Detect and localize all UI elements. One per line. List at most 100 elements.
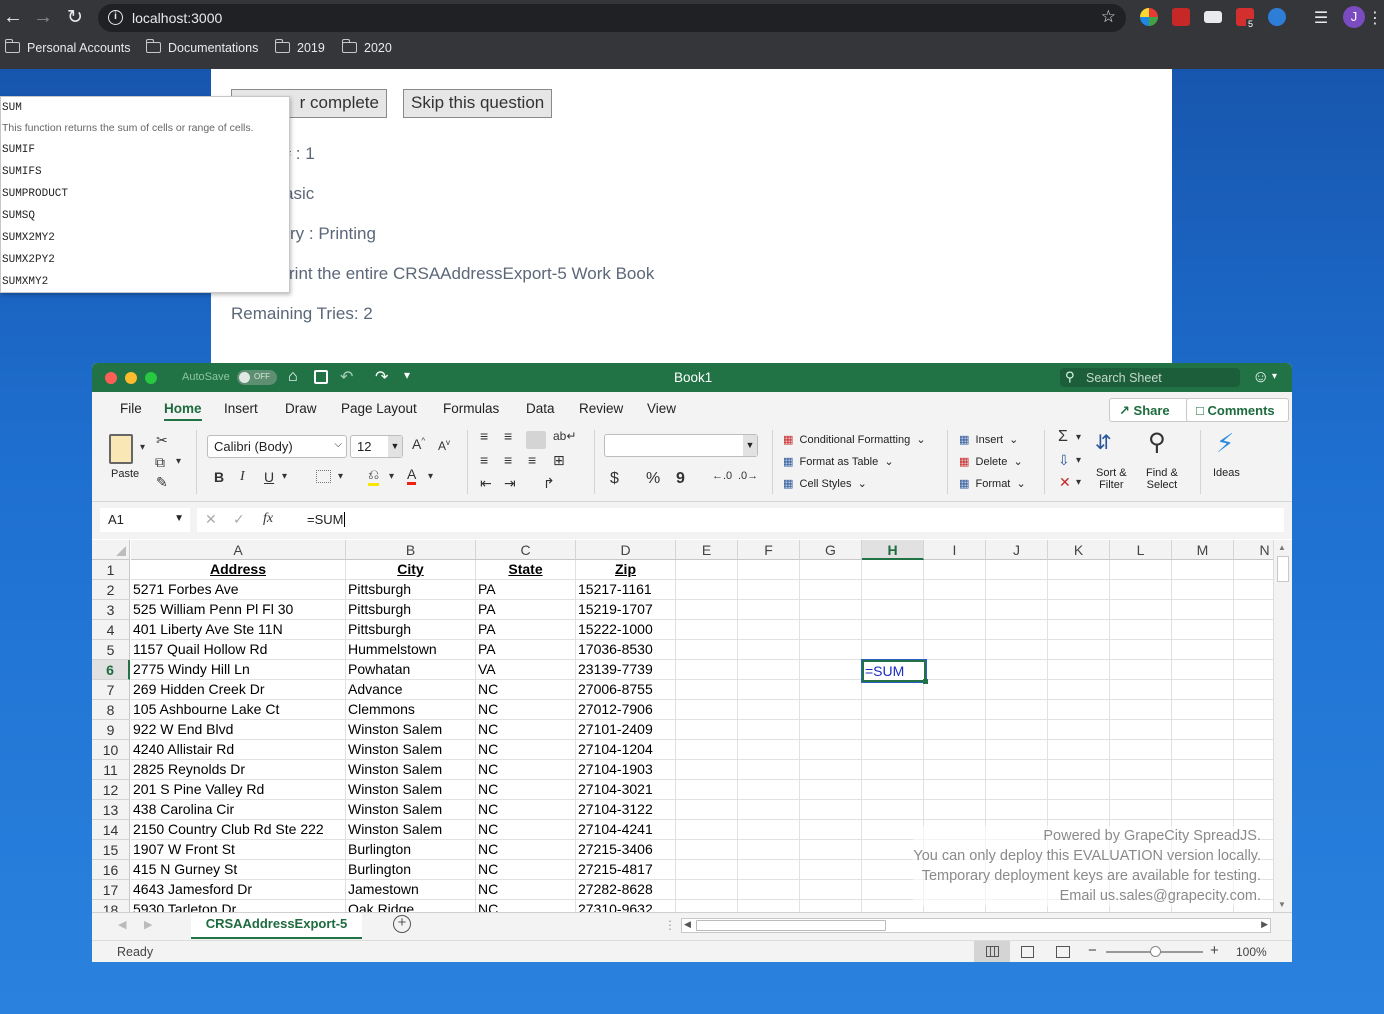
table-cell[interactable]: Winston Salem bbox=[346, 780, 476, 800]
scroll-down-icon[interactable]: ▼ bbox=[1278, 900, 1286, 909]
table-cell[interactable]: Pittsburgh bbox=[346, 580, 476, 600]
ideas-icon[interactable]: ⚡ bbox=[1216, 428, 1234, 459]
table-cell[interactable]: NC bbox=[476, 900, 576, 912]
table-cell[interactable] bbox=[676, 840, 738, 860]
bookmark-star-icon[interactable]: ☆ bbox=[1101, 7, 1116, 27]
chrome-menu-icon[interactable]: ⋮ bbox=[1367, 8, 1383, 28]
table-cell[interactable] bbox=[1110, 760, 1172, 780]
column-header-i[interactable]: I bbox=[924, 540, 986, 560]
search-sheet-input[interactable]: ⚲ Search Sheet bbox=[1060, 368, 1240, 387]
back-icon[interactable]: ← bbox=[2, 6, 24, 29]
column-header-l[interactable]: L bbox=[1110, 540, 1172, 560]
table-cell[interactable] bbox=[1048, 560, 1110, 580]
table-cell[interactable] bbox=[800, 900, 862, 912]
column-header-f[interactable]: F bbox=[738, 540, 800, 560]
table-cell[interactable] bbox=[924, 740, 986, 760]
table-cell[interactable]: 415 N Gurney St bbox=[131, 860, 346, 880]
copy-dropdown-icon[interactable]: ▾ bbox=[176, 456, 181, 467]
table-cell[interactable]: NC bbox=[476, 680, 576, 700]
table-cell[interactable] bbox=[924, 680, 986, 700]
table-cell[interactable] bbox=[1172, 760, 1234, 780]
comments-button[interactable]: □ Comments bbox=[1186, 398, 1289, 422]
copy-icon[interactable]: ⧉ bbox=[155, 454, 165, 471]
table-cell[interactable]: PA bbox=[476, 580, 576, 600]
page-break-view-icon[interactable] bbox=[1056, 946, 1070, 958]
format-painter-icon[interactable]: ✎ bbox=[156, 474, 168, 491]
table-cell[interactable]: 269 Hidden Creek Dr bbox=[131, 680, 346, 700]
add-sheet-icon[interactable]: + bbox=[393, 915, 411, 933]
table-cell[interactable] bbox=[862, 580, 924, 600]
table-cell[interactable] bbox=[862, 800, 924, 820]
table-cell[interactable] bbox=[986, 620, 1048, 640]
next-sheet-icon[interactable]: ▶ bbox=[144, 918, 152, 931]
table-cell[interactable]: 2150 Country Club Rd Ste 222 bbox=[131, 820, 346, 840]
autocomplete-item[interactable]: SUMX2MY2 bbox=[2, 232, 55, 244]
reload-icon[interactable]: ↻ bbox=[64, 6, 86, 29]
table-cell[interactable] bbox=[1234, 760, 1273, 780]
table-cell[interactable] bbox=[800, 760, 862, 780]
search-extension-icon[interactable] bbox=[1268, 8, 1286, 26]
table-cell[interactable] bbox=[986, 780, 1048, 800]
zoom-in-icon[interactable]: + bbox=[1210, 942, 1219, 959]
column-header-d[interactable]: D bbox=[576, 540, 676, 560]
redo-icon[interactable]: ↷ bbox=[375, 367, 388, 387]
table-cell[interactable] bbox=[1110, 740, 1172, 760]
tab-data[interactable]: Data bbox=[526, 401, 555, 416]
table-cell[interactable] bbox=[1234, 720, 1273, 740]
table-cell[interactable] bbox=[1048, 760, 1110, 780]
table-cell[interactable]: NC bbox=[476, 840, 576, 860]
table-cell[interactable] bbox=[800, 820, 862, 840]
table-cell[interactable] bbox=[1234, 800, 1273, 820]
decrease-indent-icon[interactable]: ⇤ bbox=[480, 475, 492, 492]
tab-review[interactable]: Review bbox=[579, 401, 623, 416]
table-cell[interactable] bbox=[924, 800, 986, 820]
table-cell[interactable] bbox=[800, 560, 862, 580]
table-cell[interactable] bbox=[676, 560, 738, 580]
table-cell[interactable] bbox=[862, 620, 924, 640]
autocomplete-item[interactable]: SUMIF bbox=[2, 144, 35, 156]
table-cell[interactable]: NC bbox=[476, 800, 576, 820]
table-cell[interactable] bbox=[1110, 580, 1172, 600]
sort-filter-button[interactable]: Sort & Filter bbox=[1096, 467, 1127, 491]
table-cell[interactable] bbox=[676, 700, 738, 720]
tab-formulas[interactable]: Formulas bbox=[443, 401, 499, 416]
cancel-formula-icon[interactable]: ✕ bbox=[205, 511, 217, 528]
conditional-formatting-button[interactable]: ▦ Conditional Formatting ⌄ bbox=[783, 433, 926, 446]
forward-icon[interactable]: → bbox=[32, 6, 54, 29]
table-cell[interactable] bbox=[738, 800, 800, 820]
table-cell[interactable] bbox=[738, 640, 800, 660]
merge-center-icon[interactable]: ⊞ bbox=[553, 452, 565, 469]
table-cell[interactable] bbox=[862, 560, 924, 580]
table-cell[interactable]: 5271 Forbes Ave bbox=[131, 580, 346, 600]
column-header-m[interactable]: M bbox=[1172, 540, 1234, 560]
table-cell[interactable] bbox=[1172, 720, 1234, 740]
align-left-icon[interactable]: ≡ bbox=[480, 452, 488, 468]
table-cell[interactable] bbox=[1234, 700, 1273, 720]
row-header-8[interactable]: 8 bbox=[92, 700, 130, 720]
table-cell[interactable]: Powhatan bbox=[346, 660, 476, 680]
table-cell[interactable] bbox=[676, 880, 738, 900]
fill-dropdown-icon[interactable]: ▾ bbox=[1076, 455, 1081, 466]
table-cell[interactable]: Pittsburgh bbox=[346, 620, 476, 640]
autosum-icon[interactable]: Σ bbox=[1058, 428, 1068, 446]
table-cell[interactable] bbox=[1110, 640, 1172, 660]
customize-toolbar-icon[interactable]: ▾ bbox=[404, 368, 410, 382]
table-cell[interactable] bbox=[986, 600, 1048, 620]
feedback-dropdown-icon[interactable]: ▾ bbox=[1272, 371, 1277, 382]
table-cell[interactable]: NC bbox=[476, 780, 576, 800]
table-cell[interactable] bbox=[1048, 700, 1110, 720]
table-cell[interactable]: VA bbox=[476, 660, 576, 680]
table-cell[interactable] bbox=[1172, 780, 1234, 800]
table-cell[interactable]: PA bbox=[476, 600, 576, 620]
orientation-icon[interactable]: ab↵ bbox=[553, 429, 576, 443]
table-cell[interactable] bbox=[924, 640, 986, 660]
vertical-scrollbar[interactable]: ▲ ▼ bbox=[1273, 540, 1292, 912]
table-cell[interactable]: 525 William Penn Pl Fl 30 bbox=[131, 600, 346, 620]
header-cell[interactable]: State bbox=[476, 560, 576, 580]
table-cell[interactable] bbox=[676, 900, 738, 912]
table-cell[interactable] bbox=[1048, 600, 1110, 620]
table-cell[interactable] bbox=[1172, 560, 1234, 580]
row-header-13[interactable]: 13 bbox=[92, 800, 130, 820]
table-cell[interactable] bbox=[676, 860, 738, 880]
row-header-12[interactable]: 12 bbox=[92, 780, 130, 800]
